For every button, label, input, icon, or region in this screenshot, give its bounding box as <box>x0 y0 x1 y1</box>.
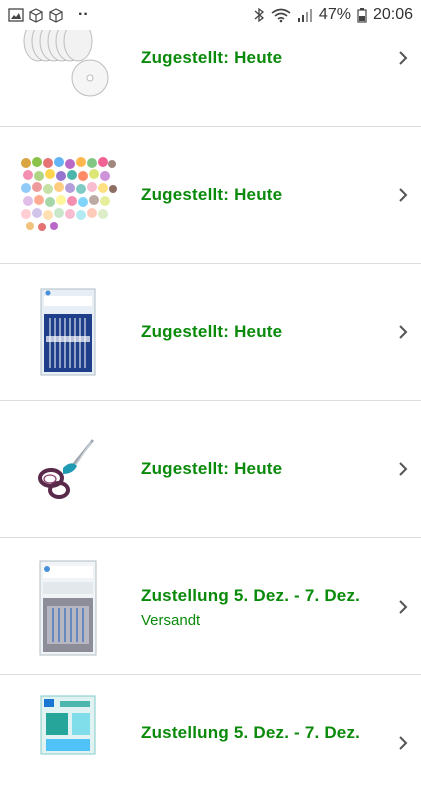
buttons-assortment-icon <box>18 145 118 245</box>
delivery-status: Zugestellt: Heute <box>141 48 283 67</box>
delivery-status: Zustellung 5. Dez. - 7. Dez. <box>141 586 361 605</box>
schmetz-needles-icon <box>18 282 118 382</box>
chevron-right-icon <box>399 600 408 614</box>
status-bar: ·· 47% 20:06 <box>0 0 421 30</box>
delivery-status: Zugestellt: Heute <box>141 185 283 204</box>
order-row[interactable]: Zugestellt: Heute <box>0 127 421 264</box>
orders-list: Zugestellt: Heute Zugestellt: Heute Zuge… <box>0 0 421 755</box>
order-row[interactable]: Zustellung 5. Dez. - 7. Dez. <box>0 675 421 812</box>
schmetz-jersey-needles-icon <box>18 558 118 658</box>
delivery-status: Zugestellt: Heute <box>141 322 283 341</box>
box-icon <box>29 8 43 23</box>
delivery-status: Zugestellt: Heute <box>141 459 283 478</box>
order-row[interactable]: Zugestellt: Heute <box>0 401 421 538</box>
image-icon <box>8 8 24 22</box>
shipping-status: Versandt <box>141 612 201 629</box>
signal-icon <box>297 9 312 22</box>
more-notifications-dots: ·· <box>78 6 89 23</box>
wifi-icon <box>271 8 291 23</box>
battery-percent: 47% <box>318 6 351 23</box>
chevron-right-icon <box>399 325 408 339</box>
embroidery-scissors-icon <box>18 419 118 519</box>
order-row[interactable]: Zustellung 5. Dez. - 7. Dez. Versandt <box>0 538 421 675</box>
battery-icon <box>357 8 367 23</box>
chevron-right-icon <box>399 188 408 202</box>
bluetooth-icon <box>254 7 264 23</box>
box-icon <box>49 8 63 23</box>
chevron-right-icon <box>399 51 408 65</box>
clock-time: 20:06 <box>372 6 413 23</box>
prym-package-icon <box>18 695 118 795</box>
chevron-right-icon <box>399 462 408 476</box>
order-row[interactable]: Zugestellt: Heute <box>0 264 421 401</box>
chevron-right-icon <box>399 736 408 750</box>
delivery-status: Zustellung 5. Dez. - 7. Dez. <box>141 723 361 742</box>
